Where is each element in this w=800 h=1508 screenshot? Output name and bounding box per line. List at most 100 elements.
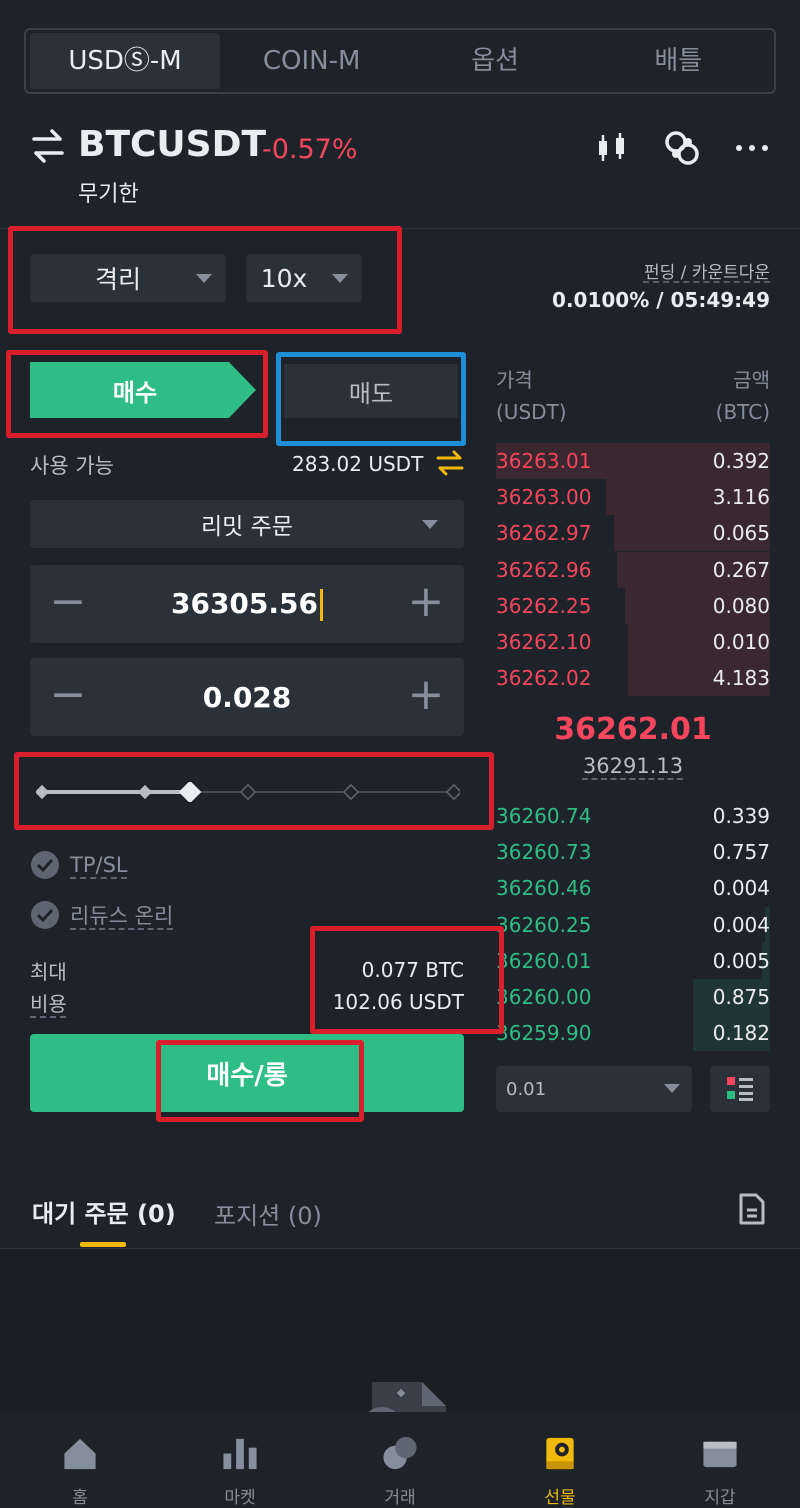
bid-price: 36260.25 bbox=[496, 912, 592, 937]
bar-chart-icon bbox=[223, 1438, 257, 1470]
max-value: 0.077 BTC bbox=[361, 958, 464, 982]
ask-row[interactable]: 36262.97 0.065 bbox=[496, 515, 770, 552]
price-input[interactable]: 36305.56 bbox=[171, 587, 323, 621]
bid-quantity: 0.757 bbox=[712, 840, 770, 865]
nav-markets[interactable]: 마켓 bbox=[160, 1412, 320, 1508]
last-price[interactable]: 36262.01 bbox=[496, 712, 770, 747]
ask-row[interactable]: 36262.10 0.010 bbox=[496, 624, 770, 660]
amount-decrease-button[interactable]: − bbox=[48, 673, 88, 717]
bid-price: 36259.90 bbox=[496, 1021, 592, 1046]
more-options-icon[interactable] bbox=[732, 128, 772, 168]
bid-price: 36260.73 bbox=[496, 840, 592, 865]
funding-label[interactable]: 펀딩 / 카운트다운 bbox=[644, 258, 770, 283]
bid-price: 36260.00 bbox=[496, 985, 592, 1009]
nav-futures[interactable]: 선물 bbox=[480, 1412, 640, 1508]
reduce-only-option[interactable]: 리듀스 온리 bbox=[30, 900, 173, 930]
ask-quantity: 4.183 bbox=[712, 666, 770, 691]
ask-row[interactable]: 36263.01 0.392 bbox=[496, 443, 770, 479]
bid-row[interactable]: 36260.73 0.757 bbox=[496, 834, 770, 870]
bid-price: 36260.46 bbox=[496, 876, 592, 901]
nav-markets-label: 마켓 bbox=[224, 1488, 256, 1508]
futures-icon bbox=[546, 1437, 574, 1470]
bid-price: 36260.74 bbox=[496, 804, 592, 828]
chevron-down-icon bbox=[332, 274, 348, 283]
document-icon[interactable] bbox=[738, 1192, 766, 1226]
bid-row[interactable]: 36260.01 0.005 bbox=[496, 942, 770, 979]
orderbook-layout-icon bbox=[727, 1077, 753, 1101]
tab-battle[interactable]: 배틀 bbox=[587, 33, 770, 89]
tpsl-option[interactable]: TP/SL bbox=[30, 850, 128, 880]
ask-quantity: 0.267 bbox=[712, 557, 770, 582]
margin-mode-select[interactable]: 격리 bbox=[30, 254, 226, 302]
slider-thumb bbox=[178, 782, 202, 802]
buy-tab[interactable]: 매수 bbox=[30, 362, 256, 418]
checkbox-icon[interactable] bbox=[30, 900, 60, 930]
cost-value: 102.06 USDT bbox=[332, 990, 464, 1014]
amount-slider[interactable] bbox=[36, 782, 460, 802]
order-type-select[interactable]: 리밋 주문 bbox=[30, 500, 464, 548]
tab-open-orders[interactable]: 대기 주문 (0) bbox=[32, 1194, 176, 1229]
ask-row[interactable]: 36262.96 0.267 bbox=[496, 551, 770, 588]
depth-precision-select[interactable]: 0.01 bbox=[496, 1066, 692, 1112]
orderbook-price-header: 가격 (USDT) bbox=[496, 368, 567, 424]
amount-stepper: − 0.028 + bbox=[30, 658, 464, 736]
bid-row[interactable]: 36260.46 0.004 bbox=[496, 870, 770, 906]
tab-usds-m[interactable]: USDⓈ-M bbox=[30, 33, 220, 89]
bid-quantity: 0.004 bbox=[712, 876, 770, 901]
cost-label: 비용 bbox=[30, 992, 67, 1016]
transfer-icon[interactable] bbox=[436, 450, 464, 476]
funding-value: 0.0100% / 05:49:49 bbox=[552, 288, 770, 312]
home-icon bbox=[64, 1438, 96, 1470]
price-increase-button[interactable]: + bbox=[406, 580, 446, 624]
chevron-down-icon bbox=[422, 520, 438, 529]
order-type-label: 리밋 주문 bbox=[201, 514, 293, 540]
sell-tab[interactable]: 매도 bbox=[284, 364, 458, 418]
precision-label: 0.01 bbox=[506, 1078, 547, 1100]
text-cursor bbox=[320, 589, 323, 621]
amount-input[interactable]: 0.028 bbox=[203, 681, 292, 714]
tab-coin-m[interactable]: COIN-M bbox=[220, 33, 403, 89]
tpsl-label: TP/SL bbox=[70, 853, 128, 877]
ask-row[interactable]: 36263.00 3.116 bbox=[496, 479, 770, 516]
link-circles-icon[interactable] bbox=[662, 128, 702, 168]
leverage-select[interactable]: 10x bbox=[246, 254, 362, 302]
chevron-down-icon bbox=[664, 1084, 680, 1093]
available-balance-label: 사용 가능 bbox=[30, 454, 114, 478]
wallet-icon bbox=[703, 1441, 737, 1468]
bid-row[interactable]: 36259.90 0.182 bbox=[496, 1015, 770, 1052]
amount-increase-button[interactable]: + bbox=[406, 673, 446, 717]
ask-row[interactable]: 36262.25 0.080 bbox=[496, 587, 770, 624]
max-label: 최대 bbox=[30, 960, 67, 984]
swap-pair-icon[interactable] bbox=[30, 126, 66, 166]
checkbox-icon[interactable] bbox=[30, 850, 60, 880]
trade-coins-icon bbox=[383, 1436, 417, 1470]
nav-trade-label: 거래 bbox=[384, 1488, 416, 1508]
nav-home[interactable]: 홈 bbox=[0, 1412, 160, 1508]
tab-options[interactable]: 옵션 bbox=[403, 33, 586, 89]
reduce-only-label: 리듀스 온리 bbox=[70, 904, 174, 928]
nav-home-label: 홈 bbox=[72, 1488, 88, 1508]
market-type-tabs: USDⓈ-M COIN-M 옵션 배틀 bbox=[24, 28, 776, 94]
price-decrease-button[interactable]: − bbox=[48, 580, 88, 624]
ask-quantity: 0.010 bbox=[712, 630, 770, 654]
ask-price: 36263.01 bbox=[496, 449, 592, 473]
bid-row[interactable]: 36260.00 0.875 bbox=[496, 979, 770, 1015]
ask-price: 36262.97 bbox=[496, 521, 592, 546]
margin-mode-label: 격리 bbox=[94, 265, 141, 294]
candlestick-chart-icon[interactable] bbox=[592, 128, 632, 168]
nav-wallet[interactable]: 지갑 bbox=[640, 1412, 800, 1508]
bid-quantity: 0.005 bbox=[712, 948, 770, 973]
bid-row[interactable]: 36260.25 0.004 bbox=[496, 906, 770, 943]
buy-long-button[interactable]: 매수/롱 bbox=[30, 1034, 464, 1112]
ask-quantity: 0.080 bbox=[712, 593, 770, 618]
orderbook-layout-button[interactable] bbox=[710, 1066, 770, 1112]
bid-quantity: 0.004 bbox=[712, 912, 770, 937]
ask-row[interactable]: 36262.02 4.183 bbox=[496, 660, 770, 697]
mark-price[interactable]: 36291.13 bbox=[496, 754, 770, 778]
tab-positions[interactable]: 포지션 (0) bbox=[214, 1196, 322, 1231]
nav-trade[interactable]: 거래 bbox=[320, 1412, 480, 1508]
ask-price: 36262.25 bbox=[496, 593, 592, 618]
bid-row[interactable]: 36260.74 0.339 bbox=[496, 798, 770, 834]
bottom-nav: 홈 마켓 거래 선물 지갑 bbox=[0, 1412, 800, 1508]
symbol-title[interactable]: BTCUSDT bbox=[78, 124, 266, 165]
